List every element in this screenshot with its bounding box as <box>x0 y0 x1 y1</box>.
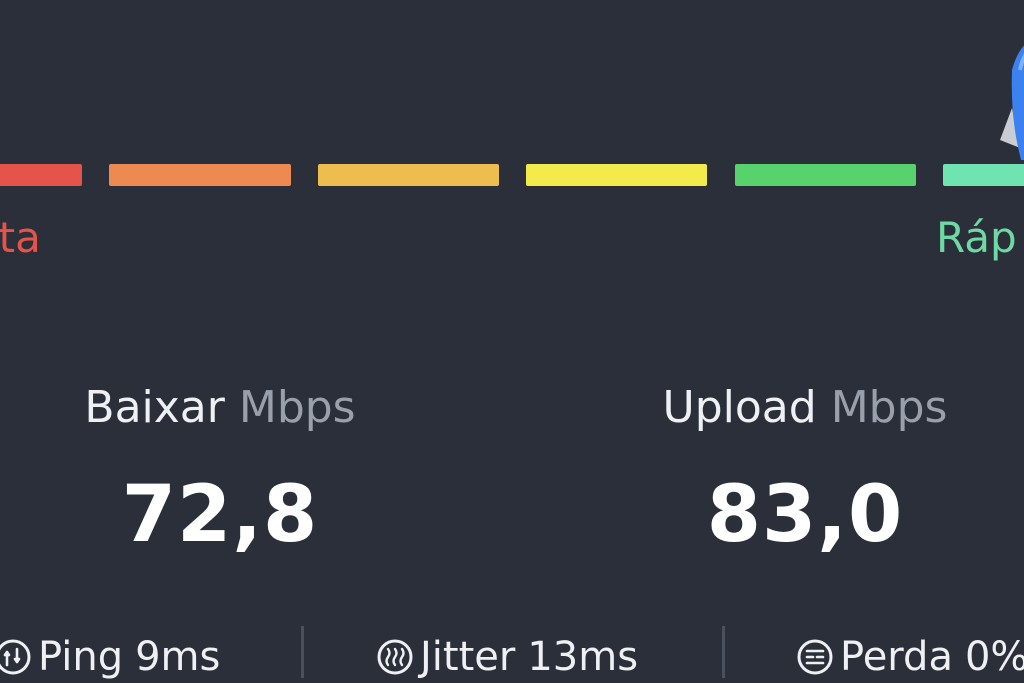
upload-unit: Mbps <box>830 382 948 433</box>
rocket-icon <box>1000 45 1024 160</box>
download-unit: Mbps <box>238 382 356 433</box>
loss-value: 0% <box>964 634 1024 680</box>
jitter-label: Jitter <box>420 634 516 680</box>
ping-value: 9ms <box>135 634 221 680</box>
loss-label: Perda <box>840 634 953 680</box>
download-header: Baixar Mbps <box>60 380 380 436</box>
packet-loss-metric[interactable]: Perda 0% <box>796 632 1024 682</box>
upload-result: Upload Mbps 83,0 <box>640 380 970 560</box>
metrics-divider <box>301 626 304 678</box>
ping-icon <box>0 639 31 675</box>
metrics-divider <box>722 626 725 678</box>
download-value: 72,8 <box>121 470 319 560</box>
jitter-value: 13ms <box>527 634 639 680</box>
meter-slow-label: nta <box>0 213 41 262</box>
jitter-metric[interactable]: Jitter 13ms <box>376 632 638 682</box>
meter-segment-1 <box>0 164 82 186</box>
ping-metric[interactable]: Ping 9ms <box>0 632 220 682</box>
speed-meter <box>0 164 1024 186</box>
ping-label: Ping <box>38 634 124 680</box>
upload-label: Upload <box>662 382 817 433</box>
meter-segment-4 <box>526 164 707 186</box>
meter-segment-6 <box>943 164 1024 186</box>
download-label: Baixar <box>84 382 225 433</box>
jitter-icon <box>377 639 413 675</box>
upload-header: Upload Mbps <box>640 380 970 436</box>
meter-segment-2 <box>109 164 291 186</box>
download-result: Baixar Mbps 72,8 <box>60 380 380 560</box>
speed-test-result-screen: nta Ráp Baixar Mbps 72,8 Upload Mbps 83,… <box>0 0 1024 683</box>
meter-fast-label: Ráp <box>936 213 1017 262</box>
metrics-row: Ping 9ms Jitter 13ms Perda 0% <box>0 622 1024 683</box>
packet-loss-icon <box>797 639 833 675</box>
upload-value: 83,0 <box>706 470 904 560</box>
meter-segment-5 <box>735 164 916 186</box>
meter-segment-3 <box>318 164 499 186</box>
